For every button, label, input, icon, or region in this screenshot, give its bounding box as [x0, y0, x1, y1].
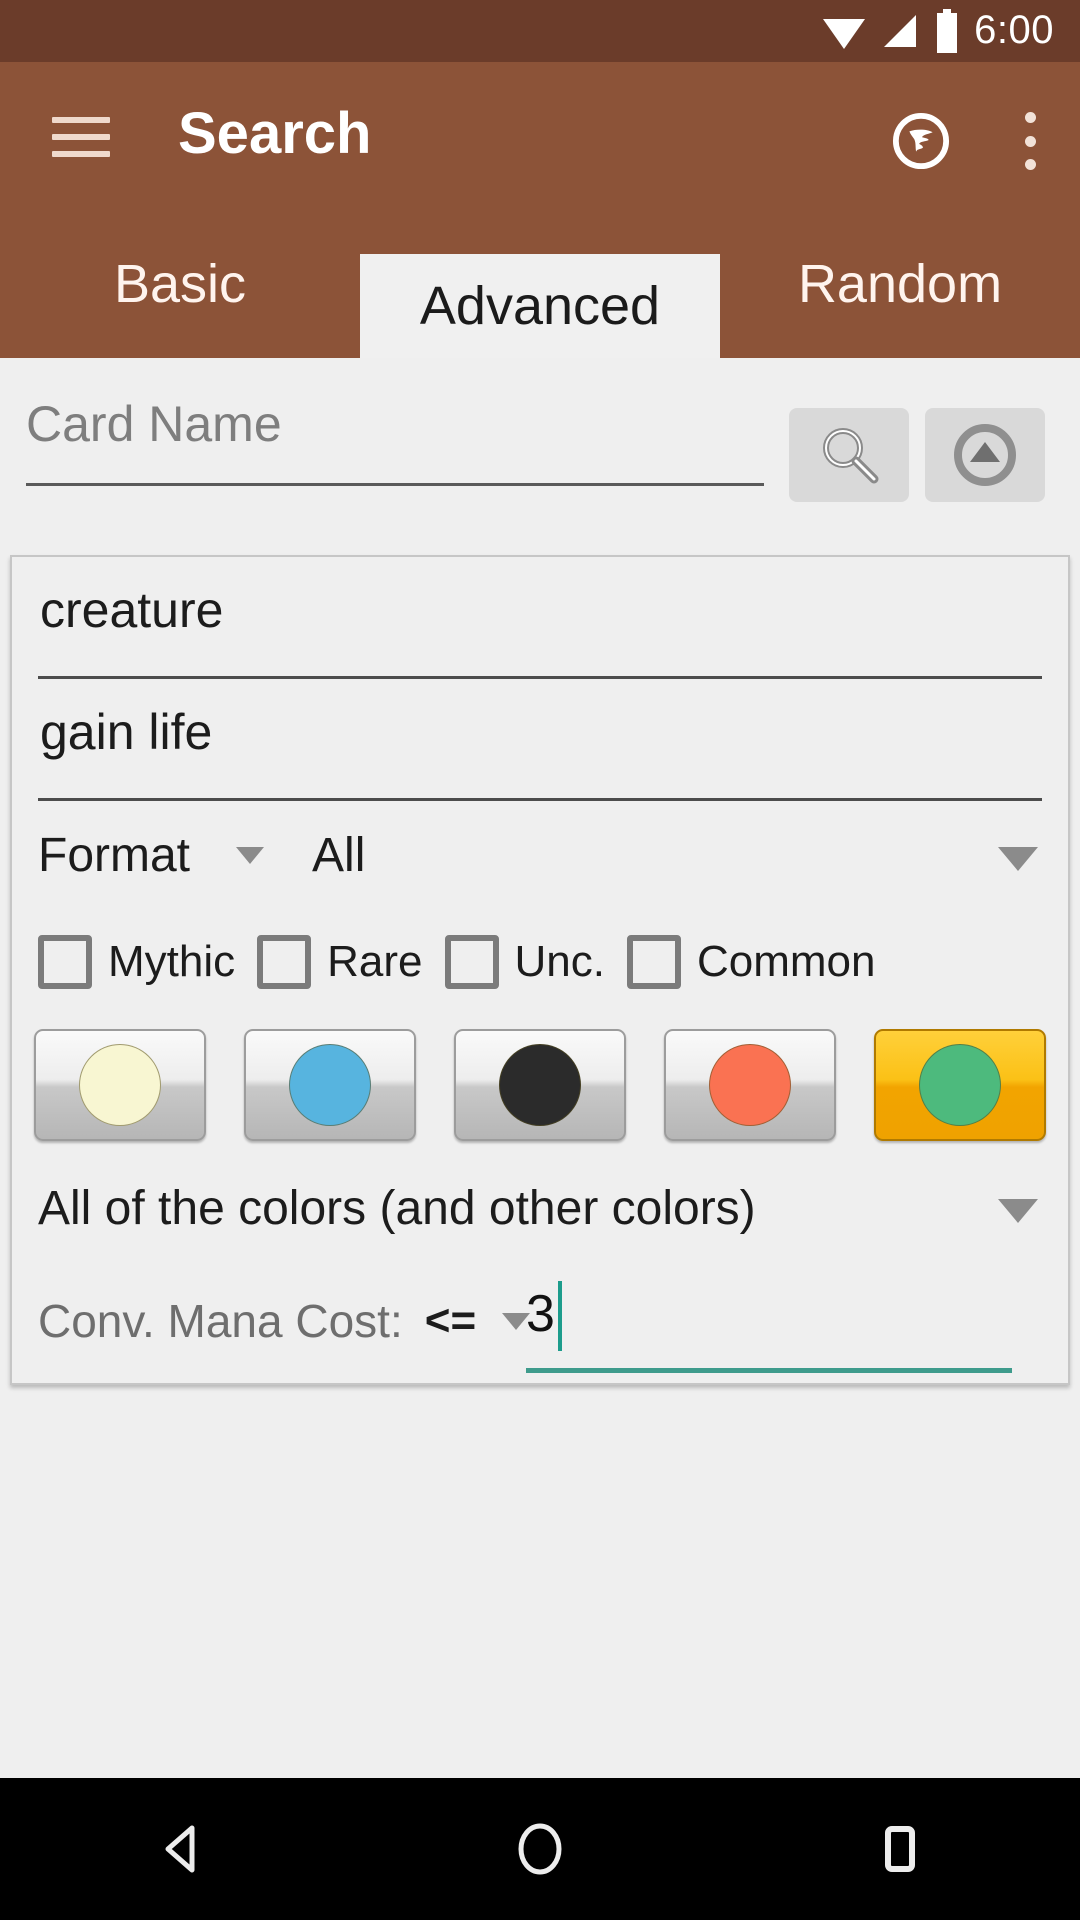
text-cursor	[557, 1280, 562, 1351]
chevron-down-icon[interactable]	[236, 846, 265, 864]
rarity-label: Unc.	[514, 937, 605, 986]
search-button[interactable]	[789, 408, 909, 502]
page-title: Search	[178, 101, 372, 166]
screen-root: 6:00 Search Basic Advanced Random Card N…	[0, 0, 1080, 1920]
converted-mana-cost-row: Conv. Mana Cost: <= 3	[38, 1261, 1042, 1381]
mana-color-green-button[interactable]	[874, 1029, 1046, 1141]
mana-color-dot	[289, 1044, 371, 1126]
back-nav-icon	[165, 1825, 195, 1873]
card-type-input[interactable]	[38, 557, 1042, 676]
card-name-input[interactable]	[26, 380, 764, 486]
cmc-value: 3	[526, 1284, 555, 1343]
format-label: Format	[38, 828, 191, 882]
mana-color-red-button[interactable]	[664, 1029, 836, 1141]
magnifier-icon	[823, 428, 879, 484]
mana-color-black-button[interactable]	[454, 1029, 626, 1141]
system-navigation-bar	[0, 1778, 1080, 1920]
tab-basic[interactable]: Basic	[0, 210, 360, 358]
tab-random[interactable]: Random	[720, 210, 1080, 358]
mana-color-dot	[499, 1044, 581, 1126]
rarity-checkbox-common[interactable]: Common	[626, 935, 876, 989]
content-area: Format All Mythic Rare Unc.	[0, 358, 1080, 1778]
home-nav-icon	[518, 1823, 562, 1875]
rarity-label: Common	[696, 937, 876, 986]
color-match-dropdown[interactable]: All of the colors (and other colors)	[38, 1155, 1042, 1261]
status-bar-clock: 6:00	[974, 7, 1054, 52]
mana-color-row	[34, 1015, 1046, 1155]
rarity-checkbox-rare[interactable]: Rare	[257, 935, 423, 989]
signal-icon	[884, 15, 917, 47]
nav-back-button[interactable]	[90, 1778, 270, 1920]
mana-color-blue-button[interactable]	[244, 1029, 416, 1141]
checkbox-box[interactable]	[626, 935, 681, 989]
advanced-search-panel: Format All Mythic Rare Unc.	[10, 555, 1070, 1385]
wifi-icon	[823, 19, 866, 49]
mana-color-white-button[interactable]	[34, 1029, 206, 1141]
app-bar: Search	[0, 62, 1080, 210]
chevron-down-icon[interactable]	[998, 847, 1038, 871]
rarity-label: Mythic	[108, 937, 236, 986]
status-bar: 6:00	[0, 0, 1080, 62]
rules-text-input[interactable]	[38, 679, 1042, 798]
checkbox-box[interactable]	[444, 935, 499, 989]
chevron-down-icon[interactable]	[998, 1199, 1038, 1223]
checkbox-box[interactable]	[257, 935, 312, 989]
mana-color-dot	[79, 1044, 161, 1126]
nav-home-button[interactable]	[450, 1778, 630, 1920]
format-row: Format All	[38, 801, 1042, 909]
cmc-operator[interactable]: <=	[425, 1296, 476, 1346]
rarity-row: Mythic Rare Unc. Common	[38, 909, 1042, 1015]
tab-advanced[interactable]: Advanced	[360, 254, 720, 358]
battery-icon	[937, 9, 958, 53]
recents-nav-icon	[885, 1826, 915, 1872]
format-value[interactable]: All	[312, 828, 365, 883]
rarity-checkbox-mythic[interactable]: Mythic	[38, 935, 235, 989]
collapse-up-icon	[954, 424, 1016, 486]
rarity-label: Rare	[327, 937, 423, 986]
card-type-field-row	[38, 557, 1042, 679]
mana-color-dot	[709, 1044, 791, 1126]
nav-recents-button[interactable]	[810, 1778, 990, 1920]
checkbox-box[interactable]	[38, 935, 92, 989]
app-logo-icon[interactable]	[892, 112, 950, 170]
card-name-row	[0, 358, 1080, 518]
cmc-label: Conv. Mana Cost:	[38, 1295, 403, 1347]
overflow-menu-icon[interactable]	[1024, 112, 1036, 170]
rules-text-field-row	[38, 679, 1042, 801]
color-match-value: All of the colors (and other colors)	[38, 1181, 756, 1235]
rarity-checkbox-uncommon[interactable]: Unc.	[444, 935, 605, 989]
cmc-input-field[interactable]: 3	[526, 1269, 1012, 1373]
mana-color-dot	[919, 1044, 1001, 1126]
collapse-panel-button[interactable]	[925, 408, 1045, 502]
tab-bar: Basic Advanced Random	[0, 210, 1080, 358]
hamburger-menu-icon[interactable]	[52, 117, 110, 157]
